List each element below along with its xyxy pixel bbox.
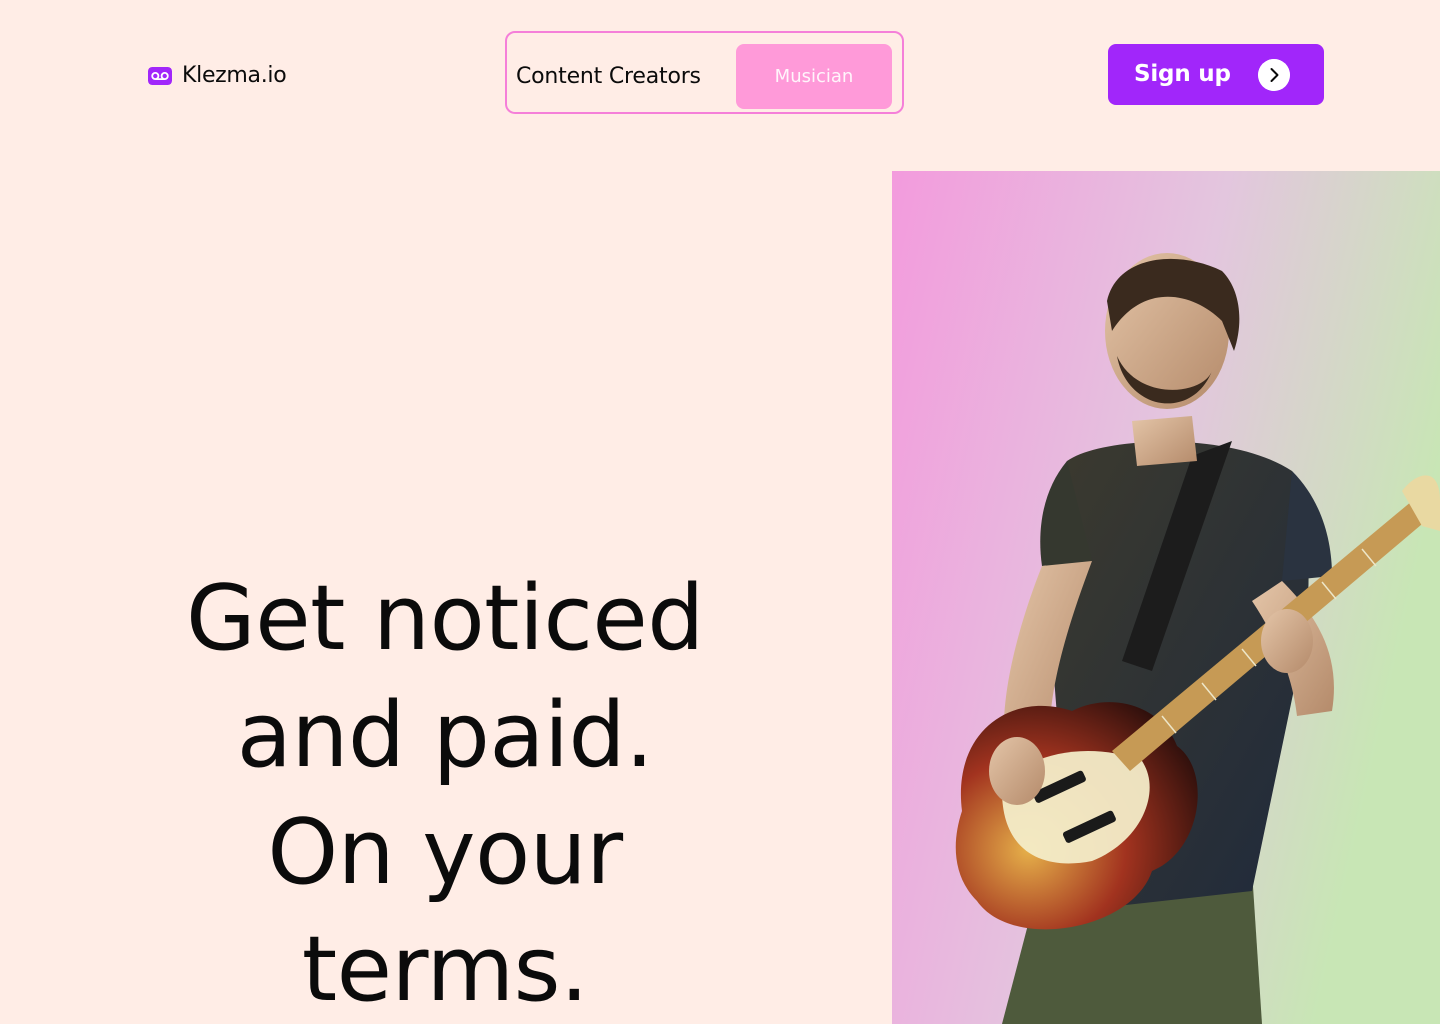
hero-headline-line: and paid. (236, 683, 654, 788)
sign-up-button[interactable]: Sign up (1108, 44, 1324, 105)
hero-headline: Get noticed and paid. On your terms. (150, 560, 740, 1024)
hero-image-bass-guitarist (892, 171, 1440, 1024)
landing-page: Klezma.io Content Creators Musician Sign… (0, 0, 1440, 1024)
brand-logo[interactable]: Klezma.io (148, 60, 287, 92)
hero-headline-line: On your (267, 800, 623, 905)
chevron-right-icon (1258, 59, 1290, 91)
hero-headline-line: terms. (301, 917, 589, 1022)
hero-headline-line: Get noticed (186, 566, 704, 671)
voicemail-icon (148, 67, 172, 85)
audience-switch: Content Creators Musician (505, 31, 904, 114)
brand-name: Klezma.io (182, 63, 287, 88)
guitarist-illustration (892, 171, 1440, 1024)
audience-option-musician[interactable]: Musician (736, 44, 892, 109)
sign-up-label: Sign up (1134, 61, 1231, 87)
audience-option-content-creators[interactable]: Content Creators (516, 44, 730, 109)
